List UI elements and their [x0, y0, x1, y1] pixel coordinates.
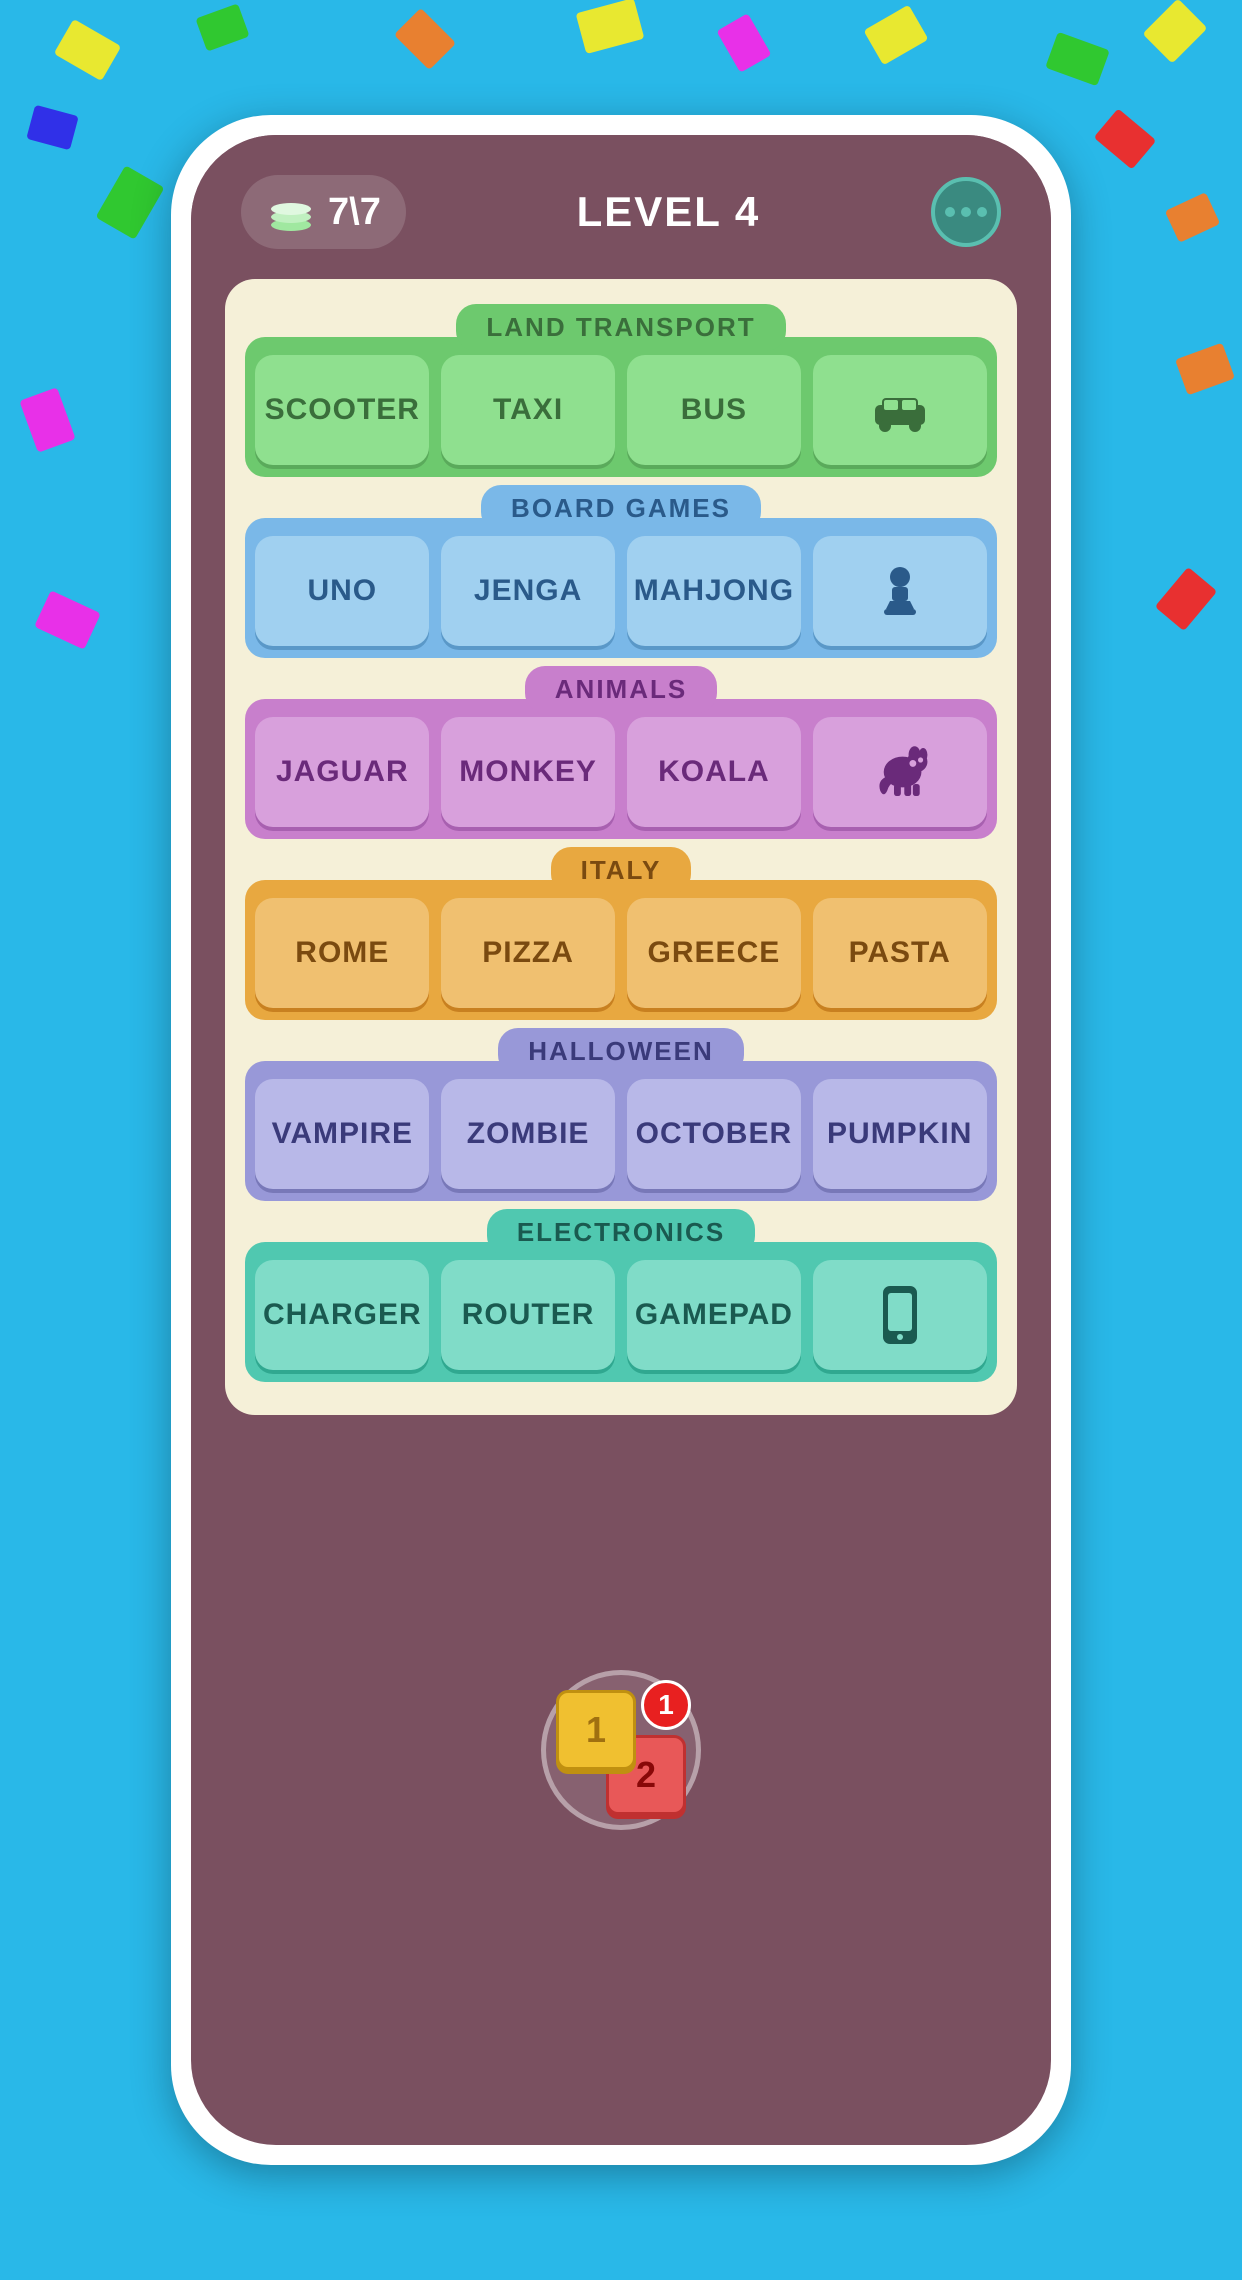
word-card-bus[interactable]: BUS [627, 355, 801, 465]
puzzle-button[interactable]: 1 2 1 [551, 1680, 691, 1820]
category-board-games: BOARD GAMES UNO JENGA MAHJONG [245, 485, 996, 658]
word-card-gamepad[interactable]: GAMEPAD [627, 1260, 801, 1370]
word-card-koala[interactable]: KOALA [627, 717, 801, 827]
confetti-piece [96, 165, 165, 239]
confetti-piece [1165, 192, 1221, 243]
notification-badge: 1 [641, 1680, 691, 1730]
word-card-elephant-icon[interactable] [813, 717, 987, 827]
category-land-transport: LAND TRANSPORT SCOOTER TAXI BUS [245, 304, 996, 477]
confetti-piece [34, 590, 101, 649]
word-card-scooter[interactable]: SCOOTER [255, 355, 429, 465]
word-card-greece[interactable]: GREECE [627, 898, 801, 1008]
confetti-piece [26, 105, 79, 150]
score-display: 7\7 [328, 191, 381, 234]
game-area: LAND TRANSPORT SCOOTER TAXI BUS [225, 279, 1016, 1415]
confetti-piece [195, 3, 249, 51]
phone-frame: 7\7 LEVEL 4 LAND TRANSPORT SCOOTER TAXI … [171, 115, 1071, 2165]
confetti-piece [1045, 32, 1110, 87]
confetti-piece [1175, 343, 1235, 396]
word-card-router[interactable]: ROUTER [441, 1260, 615, 1370]
word-card-october[interactable]: OCTOBER [627, 1079, 801, 1189]
category-label-animals: ANIMALS [525, 666, 717, 713]
category-row-italy: ROME PIZZA GREECE PASTA [245, 880, 996, 1020]
confetti-piece [394, 8, 456, 70]
word-card-monkey[interactable]: MONKEY [441, 717, 615, 827]
confetti-piece [19, 387, 75, 452]
category-halloween: HALLOWEEN VAMPIRE ZOMBIE OCTOBER PUMPKIN [245, 1028, 996, 1201]
category-electronics: ELECTRONICS CHARGER ROUTER GAMEPAD [245, 1209, 996, 1382]
word-card-vampire[interactable]: VAMPIRE [255, 1079, 429, 1189]
word-card-phone-icon[interactable] [813, 1260, 987, 1370]
category-italy: ITALY ROME PIZZA GREECE PASTA [245, 847, 996, 1020]
category-row-electronics: CHARGER ROUTER GAMEPAD [245, 1242, 996, 1382]
confetti-piece [1155, 567, 1218, 631]
word-card-car-icon[interactable] [813, 355, 987, 465]
confetti-piece [54, 19, 122, 81]
word-card-charger[interactable]: CHARGER [255, 1260, 429, 1370]
category-label-board-games: BOARD GAMES [481, 485, 761, 532]
category-row-land-transport: SCOOTER TAXI BUS [245, 337, 996, 477]
menu-dots-icon [945, 207, 987, 217]
word-card-jenga[interactable]: JENGA [441, 536, 615, 646]
bottom-area: 1 2 1 [541, 1415, 701, 2145]
puzzle-button-circle[interactable]: 1 2 1 [541, 1670, 701, 1830]
confetti-piece [1094, 108, 1157, 169]
category-label-halloween: HALLOWEEN [498, 1028, 744, 1075]
score-badge: 7\7 [241, 175, 406, 249]
word-card-zombie[interactable]: ZOMBIE [441, 1079, 615, 1189]
word-card-rome[interactable]: ROME [255, 898, 429, 1008]
confetti-piece [716, 13, 771, 73]
word-card-jaguar[interactable]: JAGUAR [255, 717, 429, 827]
confetti-piece [863, 5, 928, 66]
category-row-halloween: VAMPIRE ZOMBIE OCTOBER PUMPKIN [245, 1061, 996, 1201]
word-card-pumpkin[interactable]: PUMPKIN [813, 1079, 987, 1189]
confetti-piece [1142, 0, 1207, 64]
word-card-pizza[interactable]: PIZZA [441, 898, 615, 1008]
confetti-piece [576, 0, 645, 54]
category-label-electronics: ELECTRONICS [487, 1209, 755, 1256]
puzzle-tile-1: 1 [556, 1690, 636, 1770]
word-card-mahjong[interactable]: MAHJONG [627, 536, 801, 646]
word-card-pasta[interactable]: PASTA [813, 898, 987, 1008]
word-card-taxi[interactable]: TAXI [441, 355, 615, 465]
category-label-land-transport: LAND TRANSPORT [456, 304, 785, 351]
header: 7\7 LEVEL 4 [191, 135, 1051, 279]
level-title: LEVEL 4 [577, 188, 761, 236]
menu-button[interactable] [931, 177, 1001, 247]
category-row-board-games: UNO JENGA MAHJONG [245, 518, 996, 658]
layers-icon [266, 187, 316, 237]
category-row-animals: JAGUAR MONKEY KOALA [245, 699, 996, 839]
category-animals: ANIMALS JAGUAR MONKEY KOALA [245, 666, 996, 839]
word-card-uno[interactable]: UNO [255, 536, 429, 646]
phone-inner: 7\7 LEVEL 4 LAND TRANSPORT SCOOTER TAXI … [191, 135, 1051, 2145]
category-label-italy: ITALY [551, 847, 692, 894]
word-card-chess-icon[interactable] [813, 536, 987, 646]
